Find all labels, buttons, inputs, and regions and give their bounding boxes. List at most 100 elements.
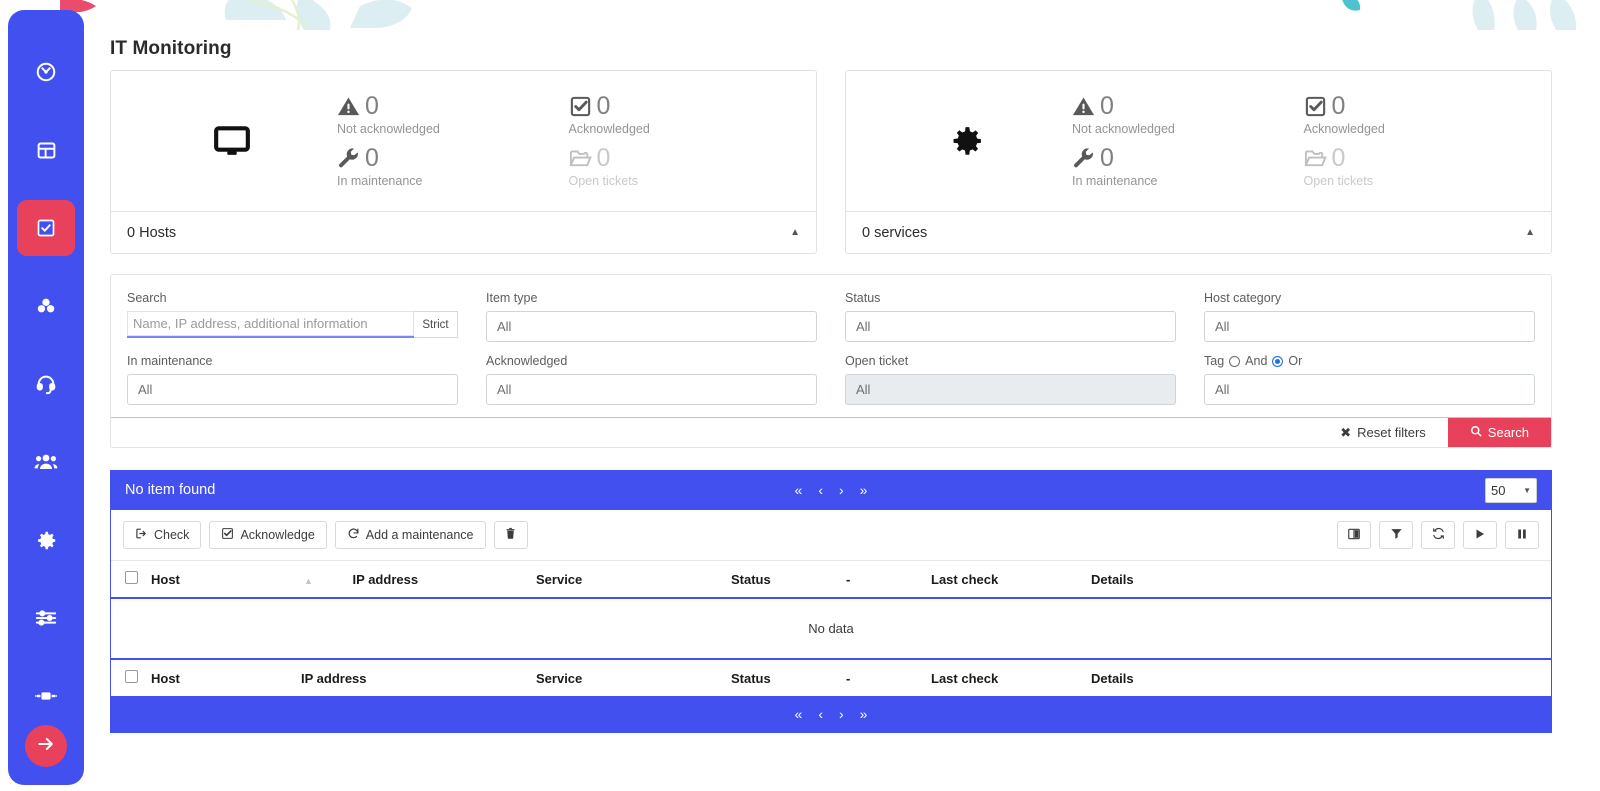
- empty-row: No data: [111, 598, 1551, 659]
- column-ip-address-footer[interactable]: IP address: [301, 659, 536, 696]
- stat-value: 0: [365, 94, 379, 119]
- sidebar-item-grid[interactable]: [17, 122, 75, 178]
- sidebar-item-settings[interactable]: [17, 512, 75, 568]
- column-details[interactable]: Details: [1091, 561, 1551, 599]
- status-select[interactable]: All: [845, 311, 1176, 342]
- gauge-icon: [35, 61, 57, 83]
- play-button[interactable]: [1463, 521, 1497, 549]
- stat-value: 0: [1332, 146, 1346, 171]
- tag-select[interactable]: All: [1204, 374, 1535, 405]
- sync-icon: [1432, 527, 1445, 543]
- open-ticket-label: Open ticket: [845, 354, 1176, 368]
- sidebar-item-users[interactable]: [17, 434, 75, 490]
- pager-next-bottom[interactable]: ›: [839, 706, 844, 722]
- column-status-footer[interactable]: Status: [731, 659, 846, 696]
- filter-acknowledged: Acknowledged All: [486, 354, 817, 405]
- column-service[interactable]: Service: [536, 561, 731, 599]
- column-dash-footer[interactable]: -: [846, 659, 931, 696]
- sidebar-item-dashboard[interactable]: [17, 44, 75, 100]
- filter-search: Search Name, IP address, additional info…: [127, 291, 458, 342]
- stat-in-maintenance[interactable]: 0 In maintenance: [337, 146, 569, 188]
- sidebar-expand-button[interactable]: [25, 725, 67, 767]
- pager-prev-bottom[interactable]: ‹: [818, 706, 823, 722]
- tag-or-radio[interactable]: [1272, 356, 1283, 367]
- tag-label: Tag: [1204, 354, 1224, 368]
- hosts-count-label: 0 Hosts: [127, 225, 176, 241]
- services-card-footer[interactable]: 0 services ▲: [846, 211, 1551, 253]
- caret-up-icon[interactable]: ▲: [790, 227, 800, 238]
- column-status[interactable]: Status: [731, 561, 846, 599]
- pause-button[interactable]: [1505, 521, 1539, 549]
- hosts-card-footer[interactable]: 0 Hosts ▲: [111, 211, 816, 253]
- filter-tag: Tag And Or All: [1204, 354, 1535, 405]
- column-host-footer[interactable]: Host: [151, 659, 301, 696]
- stat-label: Acknowledged: [569, 122, 801, 136]
- sliders-icon: [35, 607, 57, 629]
- pager-prev[interactable]: ‹: [818, 482, 823, 498]
- delete-button[interactable]: [494, 521, 528, 549]
- column-last-check-label: Last check: [931, 671, 998, 686]
- column-dash[interactable]: -: [846, 561, 931, 599]
- search-input[interactable]: Name, IP address, additional information: [127, 311, 414, 338]
- refresh-icon: [347, 527, 360, 543]
- services-count-label: 0 services: [862, 225, 927, 241]
- acknowledged-label: Acknowledged: [486, 354, 817, 368]
- columns-button[interactable]: [1337, 521, 1371, 549]
- column-service-label: Service: [536, 671, 582, 686]
- pager-first-bottom[interactable]: «: [795, 706, 803, 722]
- cubes-icon: [35, 295, 57, 317]
- stat-open-tickets[interactable]: 0 Open tickets: [569, 146, 801, 188]
- pager-last[interactable]: »: [860, 482, 868, 498]
- tag-and-radio[interactable]: [1229, 356, 1240, 367]
- sidebar-item-plugins[interactable]: [17, 668, 75, 724]
- item-type-select[interactable]: All: [486, 311, 817, 342]
- strict-toggle[interactable]: Strict: [414, 311, 458, 338]
- search-button-label: Search: [1488, 425, 1529, 440]
- search-button[interactable]: Search: [1448, 418, 1551, 447]
- checkbox-icon: [36, 218, 56, 238]
- column-host[interactable]: Host: [151, 561, 301, 599]
- acknowledge-button[interactable]: Acknowledge: [209, 521, 326, 549]
- column-service-footer[interactable]: Service: [536, 659, 731, 696]
- column-details-label: Details: [1091, 671, 1134, 686]
- stat-label: In maintenance: [337, 174, 569, 188]
- select-all-cell-footer: [111, 659, 151, 696]
- refresh-button[interactable]: [1421, 521, 1455, 549]
- select-all-checkbox-footer[interactable]: [125, 670, 138, 683]
- sidebar-item-preferences[interactable]: [17, 590, 75, 646]
- column-details-footer[interactable]: Details: [1091, 659, 1551, 696]
- in-maintenance-select[interactable]: All: [127, 374, 458, 405]
- column-last-check[interactable]: Last check: [931, 561, 1091, 599]
- stat-open-tickets[interactable]: 0 Open tickets: [1304, 146, 1536, 188]
- acknowledged-select[interactable]: All: [486, 374, 817, 405]
- gear-icon: [36, 530, 57, 551]
- pager-last-bottom[interactable]: »: [860, 706, 868, 722]
- page-title: IT Monitoring: [110, 38, 1560, 60]
- sidebar-item-it-monitoring[interactable]: [17, 200, 75, 256]
- page-size-select[interactable]: 50 ▼: [1485, 478, 1537, 503]
- stat-value: 0: [1332, 94, 1346, 119]
- table-footer-row: Host IP address Service Status -: [111, 659, 1551, 696]
- sidebar-item-helpdesk[interactable]: [17, 356, 75, 412]
- pager-first[interactable]: «: [795, 482, 803, 498]
- stat-value: 0: [597, 94, 611, 119]
- caret-up-icon[interactable]: ▲: [1525, 227, 1535, 238]
- stat-in-maintenance[interactable]: 0 In maintenance: [1072, 146, 1304, 188]
- wrench-icon: [337, 147, 360, 170]
- stat-not-acknowledged[interactable]: 0 Not acknowledged: [337, 94, 569, 136]
- host-category-select[interactable]: All: [1204, 311, 1535, 342]
- columns-icon: [1347, 527, 1361, 544]
- stat-not-acknowledged[interactable]: 0 Not acknowledged: [1072, 94, 1304, 136]
- sidebar-item-assets[interactable]: [17, 278, 75, 334]
- filter-button[interactable]: [1379, 521, 1413, 549]
- column-last-check-footer[interactable]: Last check: [931, 659, 1091, 696]
- page-size-value: 50: [1491, 483, 1505, 498]
- reset-filters-button[interactable]: ✖ Reset filters: [1318, 418, 1448, 447]
- select-all-checkbox[interactable]: [125, 571, 138, 584]
- add-maintenance-button[interactable]: Add a maintenance: [335, 521, 486, 549]
- column-ip-address[interactable]: ▲ IP address: [301, 561, 536, 599]
- stat-acknowledged[interactable]: 0 Acknowledged: [1304, 94, 1536, 136]
- check-button[interactable]: Check: [123, 521, 201, 549]
- stat-acknowledged[interactable]: 0 Acknowledged: [569, 94, 801, 136]
- pager-next[interactable]: ›: [839, 482, 844, 498]
